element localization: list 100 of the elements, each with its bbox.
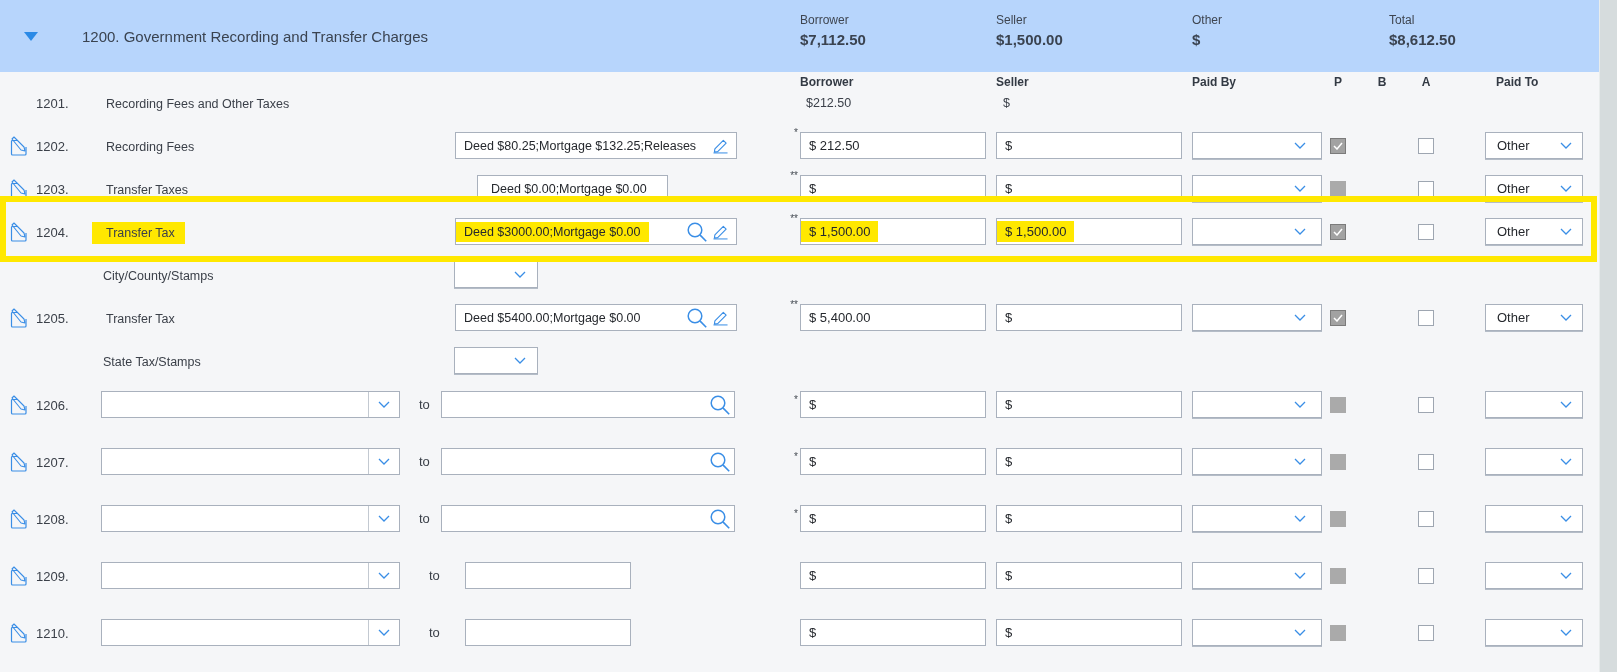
p-checkbox[interactable] [1330,223,1346,240]
pencil-icon[interactable] [713,309,728,326]
document-pencil-icon[interactable] [10,394,28,415]
a-checkbox[interactable] [1418,137,1434,154]
seller-amount-field[interactable]: $ [996,391,1182,418]
pencil-icon[interactable] [713,223,728,240]
p-checkbox[interactable] [1330,567,1346,584]
a-checkbox[interactable] [1418,453,1434,470]
details-field[interactable]: Deed $5400.00;Mortgage $0.00 [455,304,737,331]
paid-to-select[interactable] [1485,619,1583,646]
chevron-down-icon [1560,629,1572,636]
chevron-down-icon [1294,629,1306,636]
p-checkbox[interactable] [1330,453,1346,470]
search-icon[interactable] [709,451,730,472]
p-checkbox[interactable] [1330,137,1346,154]
paid-to-select[interactable] [1485,448,1583,475]
p-checkbox[interactable] [1330,180,1346,197]
p-checkbox[interactable] [1330,510,1346,527]
chevron-down-icon [1560,314,1572,321]
paid-by-select[interactable] [1192,562,1322,589]
a-checkbox[interactable] [1418,624,1434,641]
document-pencil-icon[interactable] [10,622,28,643]
paid-by-select[interactable] [1192,218,1322,245]
paid-by-select[interactable] [1192,304,1322,331]
paid-by-select[interactable] [1192,619,1322,646]
description-select[interactable] [101,562,400,589]
a-checkbox[interactable] [1418,309,1434,326]
to-label: to [419,454,430,469]
paid-by-select[interactable] [1192,391,1322,418]
payee-field[interactable] [440,505,735,532]
seller-amount-field[interactable]: $ [996,304,1182,331]
paid-by-select[interactable] [1192,448,1322,475]
chevron-down-icon [1560,401,1572,408]
a-checkbox[interactable] [1418,510,1434,527]
borrower-amount-field[interactable]: $ [800,505,986,532]
search-icon[interactable] [687,307,707,328]
paid-to-select[interactable]: Other [1485,218,1583,245]
document-pencil-icon[interactable] [10,451,28,472]
p-checkbox[interactable] [1330,396,1346,413]
document-pencil-icon[interactable] [10,221,28,242]
document-pencil-icon[interactable] [10,565,28,586]
seller-amount-field[interactable]: $ 1,500.00 [996,218,1182,245]
borrower-amount-field[interactable]: $ [800,562,986,589]
paid-to-select[interactable] [1485,562,1583,589]
payee-field[interactable] [464,562,631,589]
paid-to-select[interactable]: Other [1485,132,1583,159]
paid-by-select[interactable] [1192,505,1322,532]
details-field[interactable]: Deed $3000.00;Mortgage $0.00 [455,218,737,245]
column-header: B [1377,75,1387,89]
borrower-amount-field[interactable]: $ 1,500.00 [800,218,986,245]
description-select[interactable] [101,391,400,418]
chevron-down-icon [1560,572,1572,579]
document-pencil-icon[interactable] [10,135,28,156]
description-select[interactable] [101,619,400,646]
borrower-amount-field[interactable]: $ [800,391,986,418]
scrollbar[interactable] [1599,0,1617,672]
p-checkbox[interactable] [1330,624,1346,641]
seller-amount-field[interactable]: $ [996,505,1182,532]
borrower-amount-field[interactable]: $ [800,619,986,646]
pencil-icon[interactable] [713,137,728,154]
borrower-amount-field[interactable]: $ 212.50 [800,132,986,159]
details-field[interactable]: Deed $80.25;Mortgage $132.25;Releases [455,132,737,159]
required-marker: ** [789,213,799,224]
document-pencil-icon[interactable] [10,178,28,199]
document-pencil-icon[interactable] [10,307,28,328]
to-label: to [419,511,430,526]
a-checkbox[interactable] [1418,180,1434,197]
payee-field[interactable] [440,448,735,475]
stamps-type-select[interactable] [454,261,538,288]
a-checkbox[interactable] [1418,567,1434,584]
document-pencil-icon[interactable] [10,508,28,529]
search-icon[interactable] [709,394,730,415]
seller-amount-field[interactable]: $ [996,562,1182,589]
column-header: P [1334,75,1342,89]
paid-to-select[interactable]: Other [1485,304,1583,331]
line-number: 1201. [36,96,69,111]
caret-down-icon[interactable] [24,31,38,41]
search-icon[interactable] [709,508,730,529]
description-select[interactable] [101,505,400,532]
required-marker: * [793,451,799,462]
section-title: 1200. Government Recording and Transfer Charges [82,27,429,45]
check-icon [1333,227,1343,236]
a-checkbox[interactable] [1418,223,1434,240]
description-select[interactable] [101,448,400,475]
paid-to-select[interactable] [1485,505,1583,532]
stamps-type-select[interactable] [454,347,538,374]
payee-field[interactable] [440,391,735,418]
borrower-amount-field[interactable]: $ 5,400.00 [800,304,986,331]
borrower-amount-field[interactable]: $ [800,448,986,475]
seller-amount-field[interactable]: $ [996,448,1182,475]
column-header: Paid By [1192,75,1237,89]
payee-field[interactable] [464,619,631,646]
p-checkbox[interactable] [1330,309,1346,326]
paid-by-select[interactable] [1192,132,1322,159]
a-checkbox[interactable] [1418,396,1434,413]
search-icon[interactable] [687,221,707,242]
paid-to-select[interactable] [1485,391,1583,418]
seller-amount-field[interactable]: $ [996,619,1182,646]
seller-amount-field[interactable]: $ [996,132,1182,159]
check-icon [1333,141,1343,150]
